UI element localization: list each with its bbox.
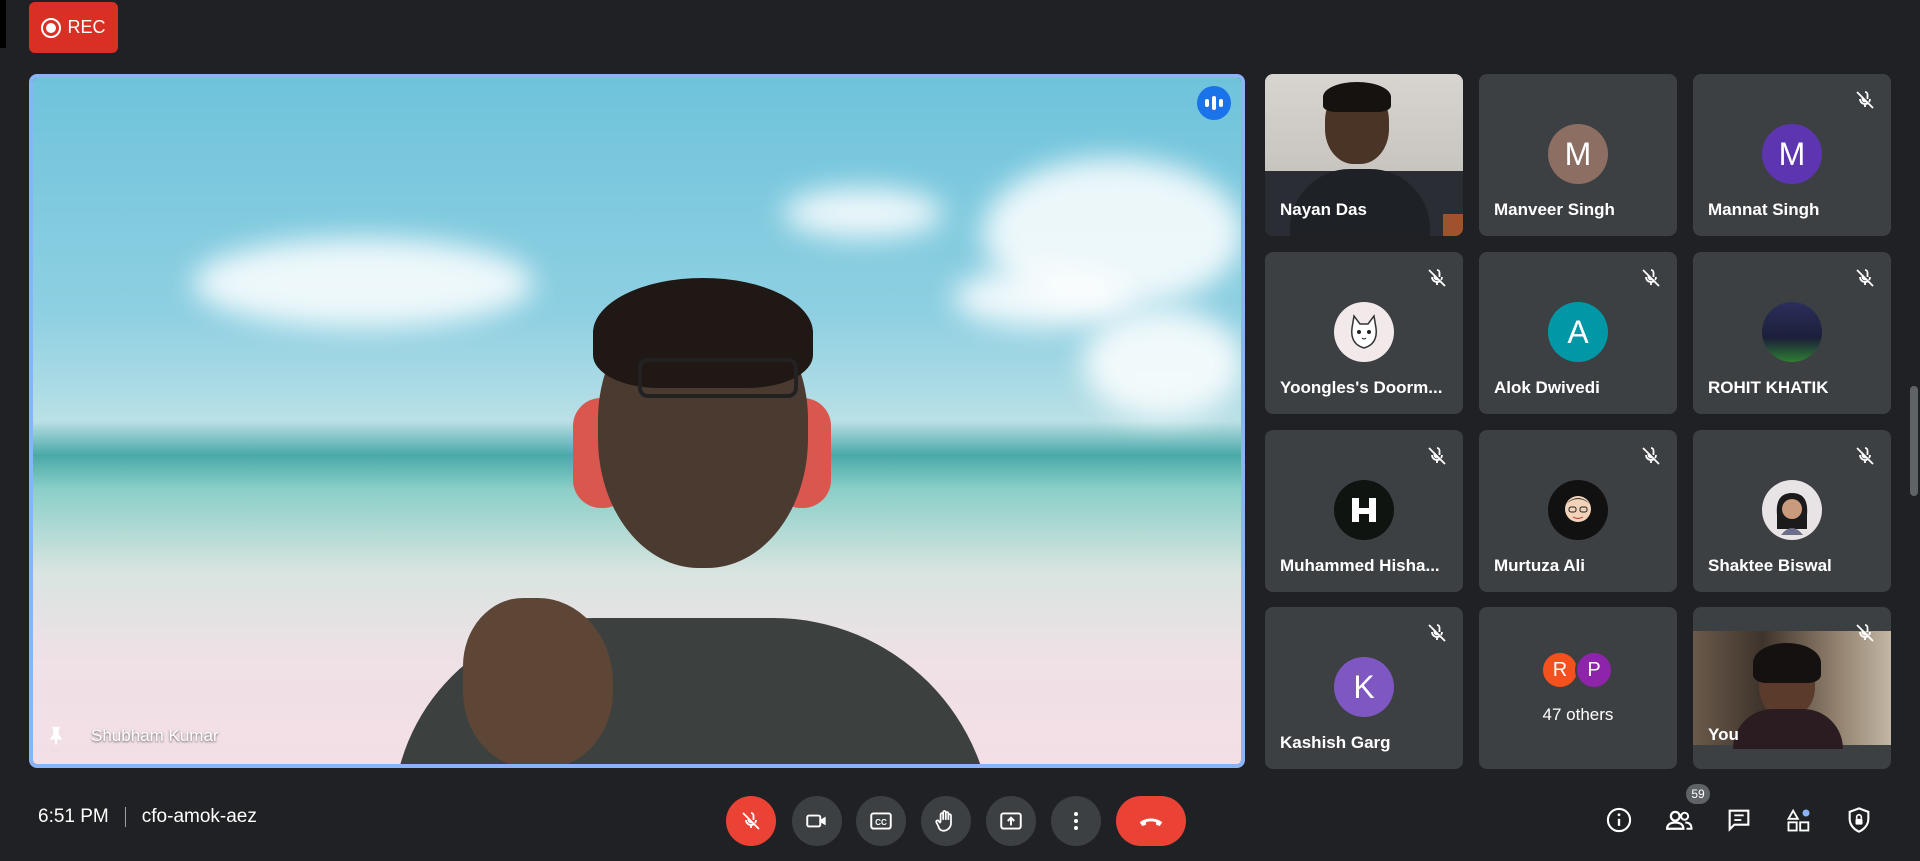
participant-tile[interactable]: A Alok Dwivedi xyxy=(1479,252,1677,414)
participant-tile[interactable]: M Mannat Singh xyxy=(1693,74,1891,236)
more-vert-icon xyxy=(1074,812,1078,830)
present-screen-button[interactable] xyxy=(986,796,1036,846)
participant-name: Nayan Das xyxy=(1280,200,1367,219)
self-tile[interactable]: You xyxy=(1693,607,1891,769)
participant-tile[interactable]: Shaktee Biswal xyxy=(1693,430,1891,592)
mic-off-icon xyxy=(742,812,760,830)
divider xyxy=(124,807,126,827)
closed-captions-icon: CC xyxy=(870,812,892,830)
people-count-badge: 59 xyxy=(1686,784,1710,804)
participant-name: ROHIT KHATIK xyxy=(1708,378,1829,397)
present-screen-icon xyxy=(1000,812,1022,830)
participant-name: Mannat Singh xyxy=(1708,200,1820,219)
camera-toggle-button[interactable] xyxy=(792,796,842,846)
meeting-info: 6:51 PM cfo-amok-aez xyxy=(38,806,257,828)
participant-name: You xyxy=(1708,725,1739,744)
meeting-code[interactable]: cfo-amok-aez xyxy=(142,806,257,828)
participant-name: Alok Dwivedi xyxy=(1494,378,1600,397)
mic-off-icon xyxy=(1428,269,1446,287)
mic-off-icon xyxy=(1642,447,1660,465)
chat-icon xyxy=(1728,809,1750,832)
main-speaker-name: Shubham Kumar xyxy=(91,726,219,745)
others-count: 47 others xyxy=(1542,705,1614,724)
mic-off-icon xyxy=(1428,624,1446,642)
record-icon xyxy=(41,17,62,38)
cat-avatar-icon xyxy=(1334,302,1394,362)
captions-button[interactable]: CC xyxy=(856,796,906,846)
avatar: M xyxy=(1762,124,1822,184)
activities-icon xyxy=(1786,808,1810,832)
avatar: K xyxy=(1334,657,1394,717)
hand-icon xyxy=(935,810,952,832)
clock-time: 6:51 PM xyxy=(38,806,109,827)
participant-tile[interactable]: ROHIT KHATIK xyxy=(1693,252,1891,414)
profile-picture xyxy=(1762,302,1822,362)
avatar: A xyxy=(1548,302,1608,362)
scrollbar[interactable] xyxy=(1910,386,1918,496)
window-edge xyxy=(0,0,6,48)
raise-hand-button[interactable] xyxy=(921,796,971,846)
participant-name: Kashish Garg xyxy=(1280,733,1391,752)
video-camera-icon xyxy=(806,814,826,828)
profile-picture xyxy=(1548,480,1608,540)
participant-name: Murtuza Ali xyxy=(1494,556,1585,575)
mic-off-icon xyxy=(1856,624,1874,642)
participant-name: Shaktee Biswal xyxy=(1708,556,1832,575)
svg-text:CC: CC xyxy=(875,818,887,827)
participant-name: Manveer Singh xyxy=(1494,200,1615,219)
leave-call-button[interactable] xyxy=(1116,796,1186,846)
participant-tile[interactable]: Muhammed Hisha... xyxy=(1265,430,1463,592)
mic-off-icon xyxy=(1856,269,1874,287)
participant-tile[interactable]: Murtuza Ali xyxy=(1479,430,1677,592)
mic-off-icon xyxy=(1642,269,1660,287)
logo-avatar-icon xyxy=(1334,480,1394,540)
avatar: M xyxy=(1548,124,1608,184)
speaker-video xyxy=(33,78,1241,764)
mic-off-icon xyxy=(1856,447,1874,465)
main-speaker-tile[interactable]: Shubham Kumar xyxy=(29,74,1245,768)
host-controls-button[interactable] xyxy=(1843,804,1875,836)
activities-button[interactable] xyxy=(1783,804,1815,836)
speaking-indicator-icon xyxy=(1197,86,1231,120)
more-options-button[interactable] xyxy=(1051,796,1101,846)
participant-name: Yoongles's Doorm... xyxy=(1280,378,1443,397)
recording-badge[interactable]: REC xyxy=(29,2,118,53)
people-icon xyxy=(1665,810,1693,830)
participant-tile[interactable]: K Kashish Garg xyxy=(1265,607,1463,769)
recording-label: REC xyxy=(67,17,106,37)
meet-window: REC Shubham Kumar Nayan Das M Manveer Si… xyxy=(0,0,1920,861)
profile-picture xyxy=(1762,480,1822,540)
participant-tile[interactable]: Yoongles's Doorm... xyxy=(1265,252,1463,414)
mic-off-icon xyxy=(1428,447,1446,465)
meeting-details-button[interactable] xyxy=(1603,804,1635,836)
hang-up-icon xyxy=(1139,818,1163,826)
mic-off-icon xyxy=(1856,91,1874,109)
shield-lock-icon xyxy=(1848,807,1870,833)
avatar: R xyxy=(1541,651,1579,689)
participant-name: Muhammed Hisha... xyxy=(1280,556,1440,575)
pin-icon[interactable] xyxy=(45,722,67,748)
avatar: P xyxy=(1575,651,1613,689)
participant-tile[interactable]: Nayan Das xyxy=(1265,74,1463,236)
people-button[interactable] xyxy=(1663,804,1695,836)
participant-tile[interactable]: M Manveer Singh xyxy=(1479,74,1677,236)
mic-toggle-button[interactable] xyxy=(726,796,776,846)
chat-button[interactable] xyxy=(1723,804,1755,836)
info-icon xyxy=(1606,807,1632,833)
others-tile[interactable]: R P 47 others xyxy=(1479,607,1677,769)
